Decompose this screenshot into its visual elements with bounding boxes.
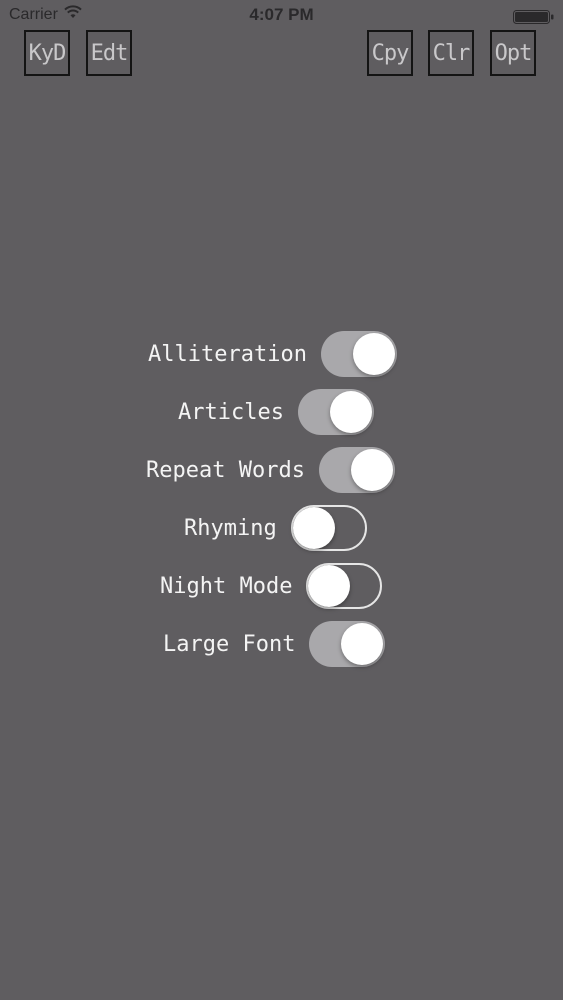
option-row-articles: Articles <box>178 389 374 435</box>
copy-button[interactable]: Cpy <box>367 30 413 76</box>
repeat-words-toggle[interactable] <box>318 447 395 493</box>
clear-button[interactable]: Clr <box>428 30 474 76</box>
alliteration-toggle[interactable] <box>320 331 397 377</box>
toggle-knob <box>292 507 335 549</box>
option-row-night-mode: Night Mode <box>160 563 383 609</box>
keyboard-dismiss-button[interactable]: KyD <box>24 30 70 76</box>
option-label-repeat-words: Repeat Words <box>146 457 305 483</box>
option-row-alliteration: Alliteration <box>148 331 397 377</box>
option-row-rhyming: Rhyming <box>184 505 367 551</box>
toggle-knob <box>352 333 395 375</box>
options-button[interactable]: Opt <box>490 30 536 76</box>
edit-button[interactable]: Edt <box>86 30 132 76</box>
large-font-toggle[interactable] <box>309 621 386 667</box>
battery-icon <box>513 9 555 24</box>
option-row-repeat-words: Repeat Words <box>146 447 395 493</box>
toggle-knob <box>350 449 393 491</box>
option-label-articles: Articles <box>178 399 284 425</box>
option-label-large-font: Large Font <box>163 631 296 657</box>
option-row-large-font: Large Font <box>163 621 386 667</box>
option-label-rhyming: Rhyming <box>184 515 277 541</box>
toggle-knob <box>329 391 372 433</box>
toggle-knob <box>308 565 351 607</box>
option-label-night-mode: Night Mode <box>160 573 293 599</box>
toggle-knob <box>341 623 384 665</box>
status-time: 4:07 PM <box>249 5 314 24</box>
articles-toggle[interactable] <box>297 389 374 435</box>
night-mode-toggle[interactable] <box>306 563 383 609</box>
option-label-alliteration: Alliteration <box>148 341 307 367</box>
status-bar: Carrier 4:07 PM <box>0 0 563 32</box>
rhyming-toggle[interactable] <box>290 505 367 551</box>
